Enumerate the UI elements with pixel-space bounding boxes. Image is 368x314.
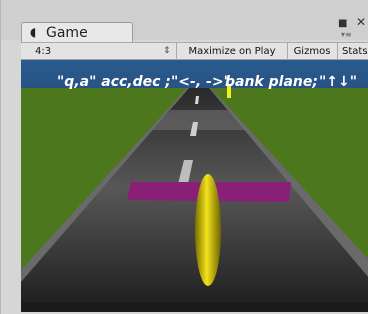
game-viewport[interactable]: "q,a" acc,dec ; "<-, ->" bank plane; "↑↓…	[21, 60, 368, 312]
tab-label: Game	[46, 25, 88, 41]
hud-instruction-acc: "q,a" acc,dec ;	[57, 74, 171, 90]
hud-instruction-arrows: "<-, ->"	[171, 74, 231, 90]
game-toolbar: 4:3 ⇕ Maximize on Play Gizmos Stats	[21, 42, 368, 60]
unity-game-icon: ◖	[30, 25, 37, 39]
stats-toggle[interactable]: Stats	[338, 43, 368, 60]
maximize-window-icon[interactable]: ■	[338, 18, 347, 29]
hud-instructions: "q,a" acc,dec ; "<-, ->" bank plane; "↑↓…	[21, 74, 368, 94]
hud-instruction-pitch: "↑↓"	[319, 74, 358, 90]
plane-fuselage	[195, 174, 221, 286]
aspect-ratio-dropdown[interactable]: 4:3	[35, 43, 51, 60]
viewport-bottom-band	[21, 302, 368, 312]
hud-instruction-bank: bank plane;	[225, 74, 318, 90]
game-window: ◖ Game ■ ✕ ▾≡ 4:3 ⇕ Maximize on Play Giz…	[0, 0, 368, 314]
game-scene	[21, 60, 368, 312]
dropdown-arrow-icon[interactable]: ⇕	[163, 43, 171, 60]
close-icon[interactable]: ✕	[356, 15, 366, 29]
maximize-on-play-toggle[interactable]: Maximize on Play	[176, 43, 288, 60]
panel-menu-icon[interactable]: ▾≡	[341, 30, 352, 39]
tab-game[interactable]: ◖ Game	[21, 22, 133, 42]
tab-strip: ◖ Game ■ ✕ ▾≡	[1, 0, 368, 42]
gizmos-toggle[interactable]: Gizmos	[287, 43, 338, 60]
